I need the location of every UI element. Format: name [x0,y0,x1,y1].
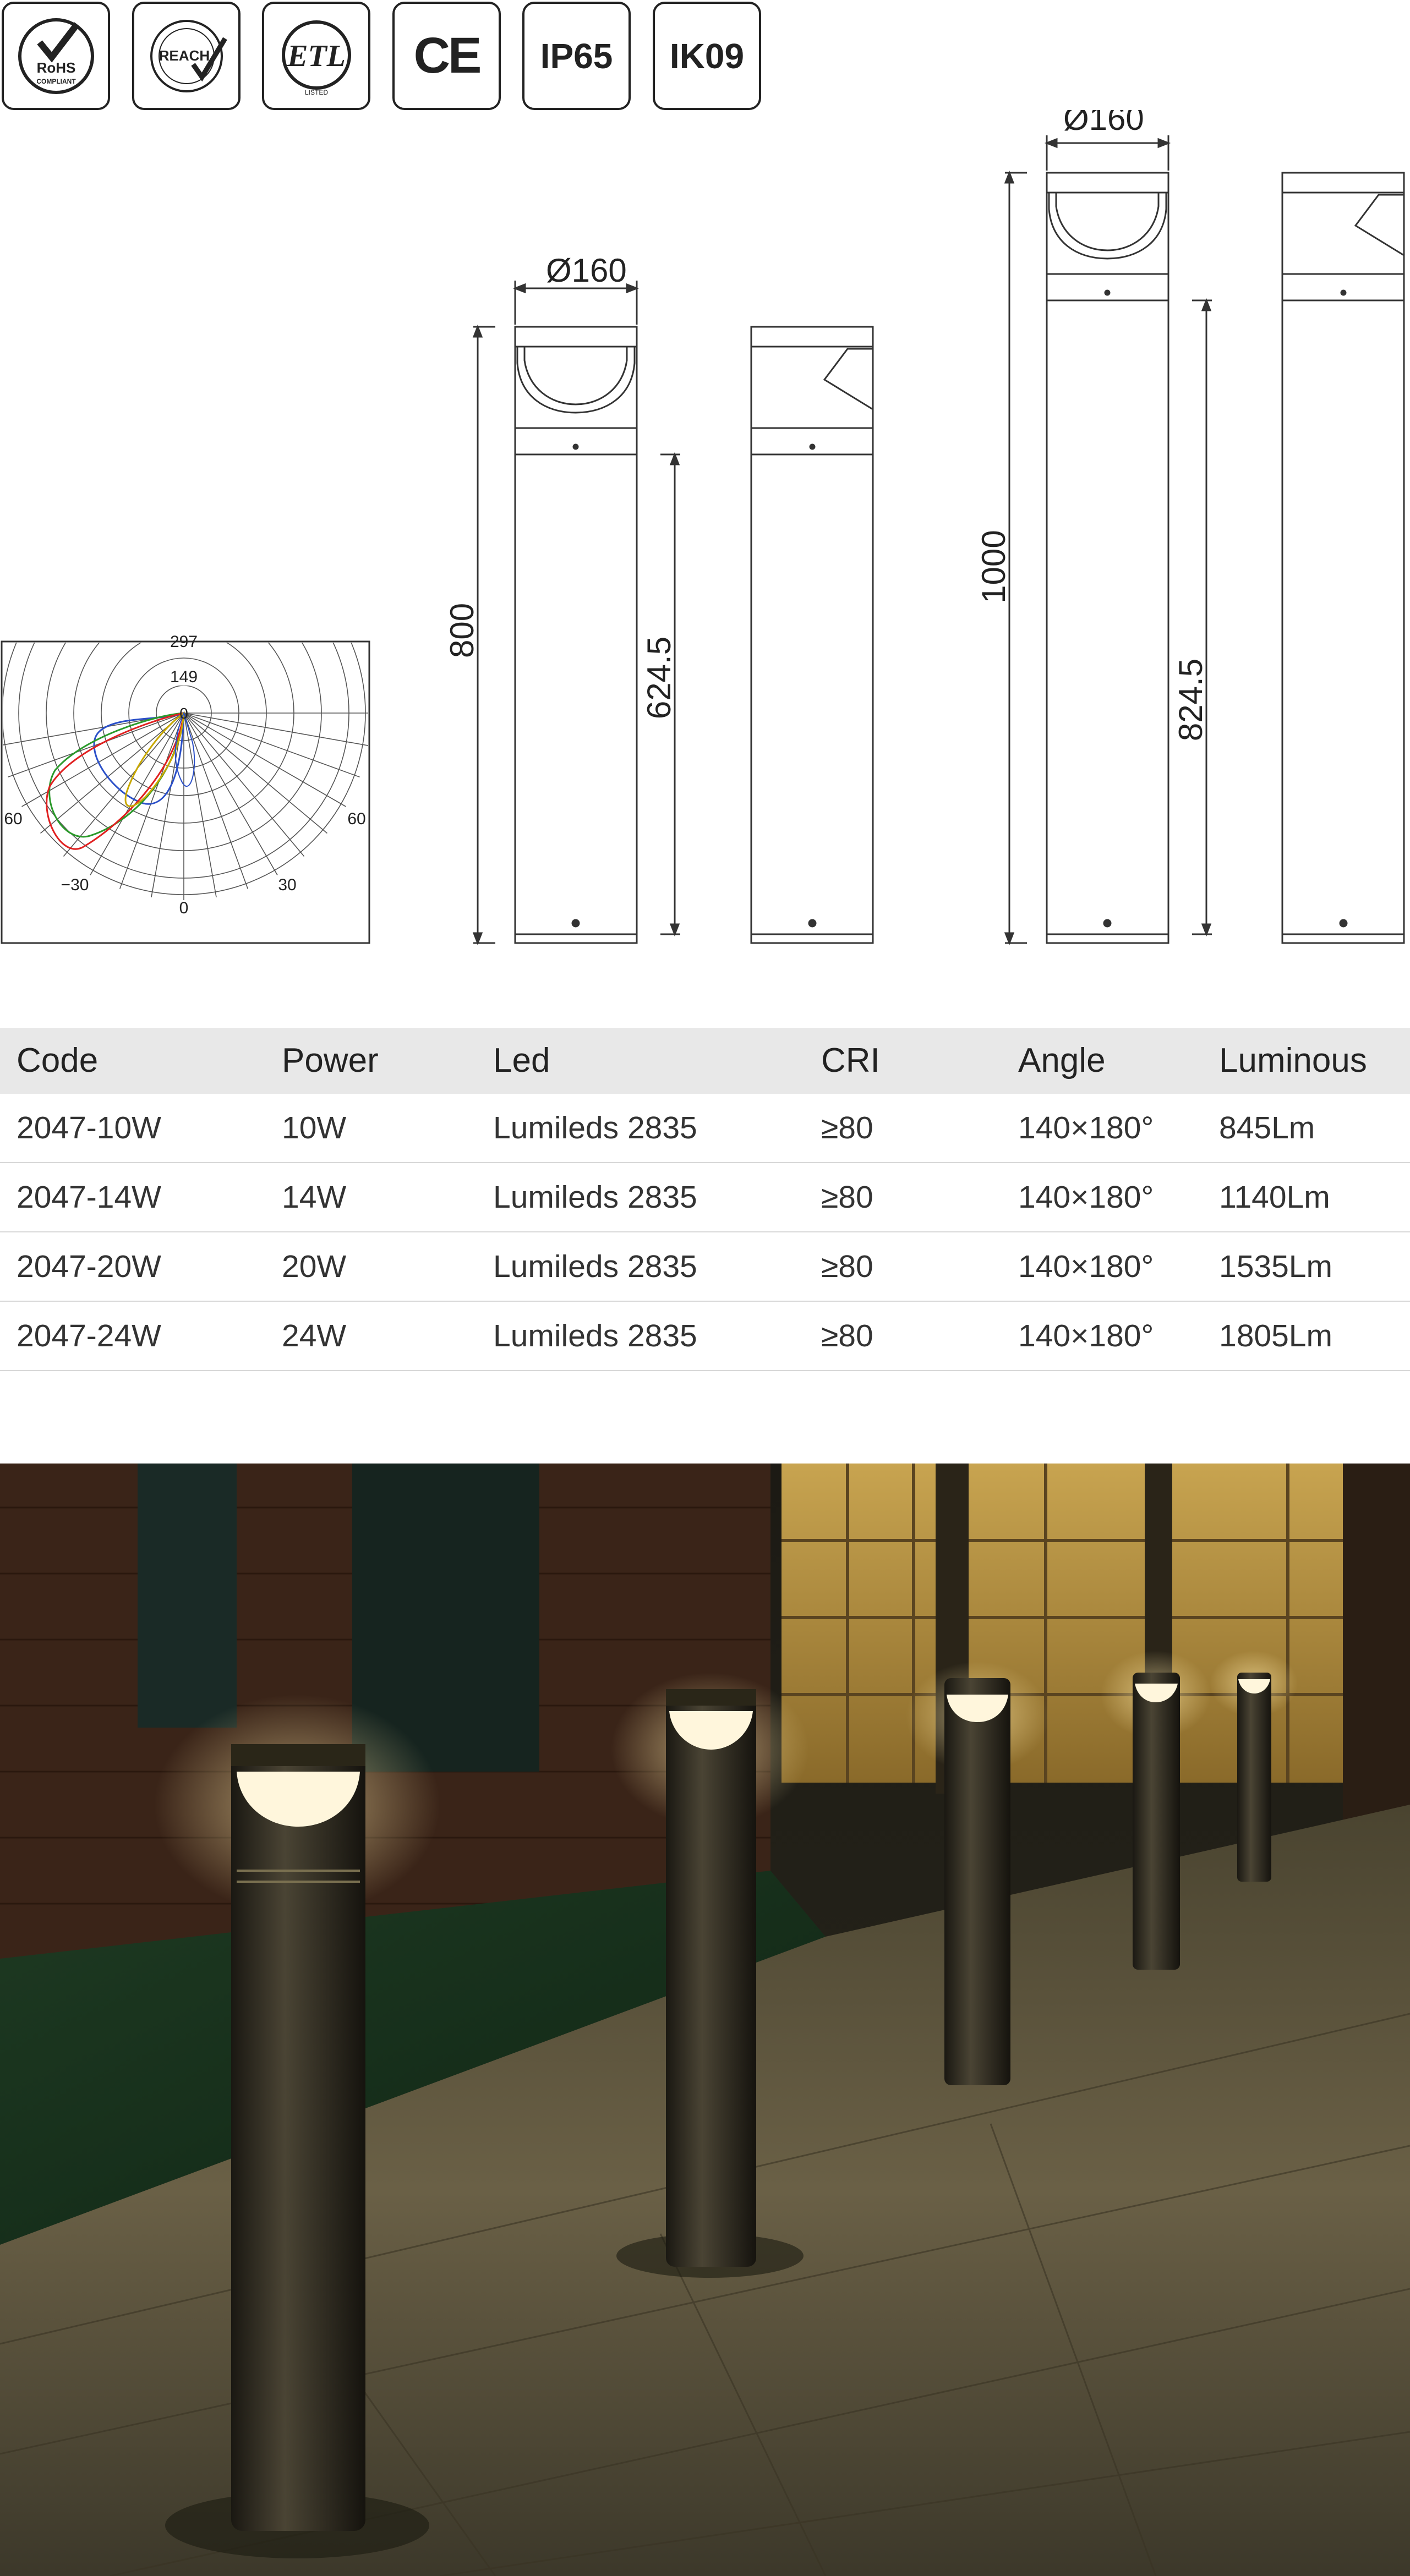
table-row: 2047-24W 24W Lumileds 2835 ≥80 140×180° … [0,1302,1410,1371]
cell-code: 2047-10W [17,1110,161,1146]
ce-badge: CE [392,2,501,110]
short-inner-height-label: 624.5 [641,637,677,719]
ce-label: CE [413,28,482,84]
cell-code: 2047-14W [17,1180,161,1215]
header-luminous: Luminous [1219,1042,1367,1079]
tall-bollard-side [1281,172,1405,944]
short-bollard-side [750,326,874,944]
cell-code: 2047-24W [17,1318,161,1353]
ik09-badge: IK09 [653,2,761,110]
table-row: 2047-10W 10W Lumileds 2835 ≥80 140×180° … [0,1094,1410,1163]
cell-power: 20W [282,1249,347,1284]
certification-row: RoHS COMPLIANT REACH ETL LISTED CE IP65 … [0,0,770,116]
short-height-label: 800 [444,603,480,658]
polar-angle-bottom-center: 0 [179,899,189,917]
polar-angle-bottom-left: −30 [61,876,89,894]
table-row: 2047-14W 14W Lumileds 2835 ≥80 140×180° … [0,1163,1410,1232]
cell-luminous: 1535Lm [1219,1249,1332,1284]
polar-top-label: 297 [170,633,198,651]
header-led: Led [493,1042,550,1079]
header-angle: Angle [1018,1042,1106,1079]
rohs-sub-label: COMPLIANT [36,78,76,85]
photometric-diagram: 149 297 0 60 60 −30 0 30 [1,633,370,944]
header-power: Power [282,1042,379,1079]
short-bollard-front [472,281,680,946]
reach-badge: REACH [132,2,241,110]
etl-icon: ETL LISTED [281,20,351,96]
cell-power: 14W [282,1180,347,1215]
cell-code: 2047-20W [17,1249,161,1284]
rohs-label: RoHS [36,59,75,76]
ip65-label: IP65 [540,36,613,76]
rohs-icon: RoHS COMPLIANT [18,18,94,94]
header-code: Code [17,1042,99,1079]
technical-drawing: 149 297 0 60 60 −30 0 30 Ø160 800 624.5 … [1,110,1405,946]
cell-luminous: 845Lm [1219,1110,1315,1146]
reach-label: REACH [159,47,209,64]
product-scene-photo [0,1464,1410,2576]
table-row: 2047-20W 20W Lumileds 2835 ≥80 140×180° … [0,1232,1410,1302]
ik09-label: IK09 [669,36,745,76]
cell-luminous: 1140Lm [1219,1180,1330,1215]
cell-cri: ≥80 [821,1180,873,1215]
cell-cri: ≥80 [821,1249,873,1284]
etl-badge: ETL LISTED [262,2,370,110]
cell-led: Lumileds 2835 [493,1318,697,1353]
short-diameter-label: Ø160 [546,252,627,289]
tall-height-label: 1000 [975,530,1012,603]
reach-icon: REACH [150,19,227,92]
spec-table: Code Power Led CRI Angle Luminous 2047-1… [0,1028,1410,1371]
etl-sub-label: LISTED [304,89,327,96]
cell-luminous: 1805Lm [1219,1318,1332,1353]
polar-angle-right: 60 [347,810,365,828]
rohs-badge: RoHS COMPLIANT [2,2,110,110]
etl-label: ETL [287,39,346,73]
ip65-badge: IP65 [522,2,631,110]
tall-diameter-label: Ø160 [1063,110,1144,137]
polar-angle-bottom-right: 30 [278,876,296,894]
cell-angle: 140×180° [1018,1249,1154,1284]
header-cri: CRI [821,1042,880,1079]
tall-inner-height-label: 824.5 [1172,659,1209,741]
cell-angle: 140×180° [1018,1110,1154,1146]
cell-angle: 140×180° [1018,1318,1154,1353]
cell-led: Lumileds 2835 [493,1180,697,1215]
tall-bollard-front [1004,135,1212,946]
cell-angle: 140×180° [1018,1180,1154,1215]
polar-ring-label: 149 [170,668,198,686]
cell-led: Lumileds 2835 [493,1110,697,1146]
cell-cri: ≥80 [821,1110,873,1146]
cell-led: Lumileds 2835 [493,1249,697,1284]
cell-cri: ≥80 [821,1318,873,1353]
cell-power: 24W [282,1318,347,1353]
cell-power: 10W [282,1110,347,1146]
polar-angle-left: 60 [4,810,22,828]
table-header: Code Power Led CRI Angle Luminous [0,1028,1410,1094]
polar-center-label: 0 [179,705,188,722]
